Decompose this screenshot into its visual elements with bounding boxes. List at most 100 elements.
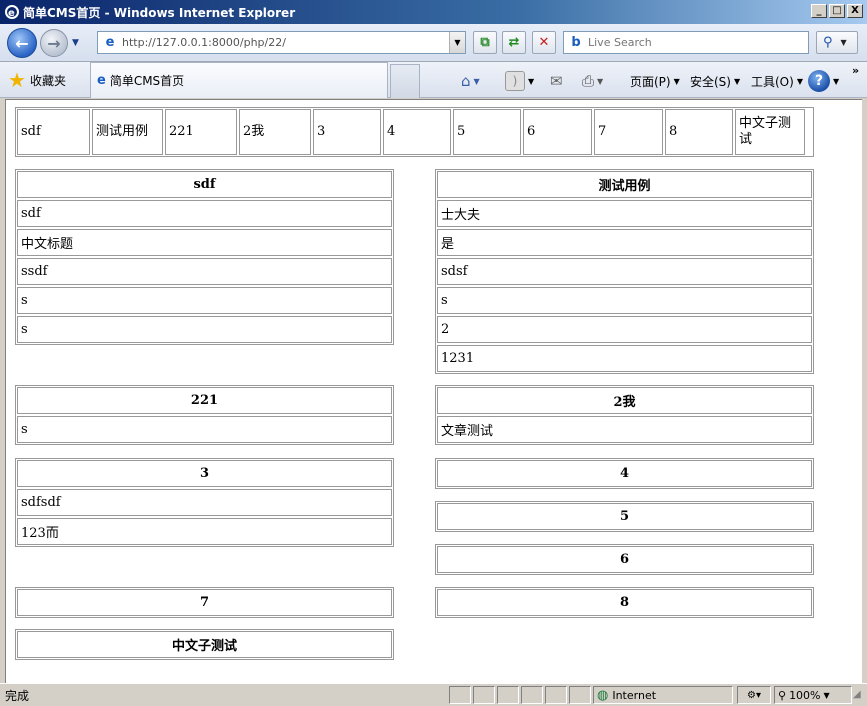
- security-zone[interactable]: ◍ Internet: [593, 686, 733, 704]
- home-button[interactable]: ⌂ ▼: [461, 70, 480, 92]
- nav-link-test[interactable]: 测试用例: [92, 109, 163, 155]
- print-dropdown-icon[interactable]: ▼: [597, 77, 603, 86]
- read-mail-button[interactable]: ✉: [550, 70, 563, 92]
- status-segment: [545, 686, 567, 704]
- section-title[interactable]: 5: [437, 503, 812, 530]
- globe-icon: ◍: [597, 687, 609, 703]
- zoom-dropdown-icon: ▼: [823, 690, 830, 700]
- article-link[interactable]: s: [437, 287, 812, 314]
- section-5: 5: [435, 501, 814, 532]
- article-link[interactable]: ssdf: [17, 258, 392, 285]
- nav-link-sdf[interactable]: sdf: [17, 109, 90, 155]
- section-title[interactable]: 中文子测试: [17, 631, 392, 658]
- section-title[interactable]: 2我: [437, 387, 812, 414]
- printer-icon: ⎙: [582, 72, 595, 90]
- nav-link-221[interactable]: 221: [165, 109, 237, 155]
- search-options-dropdown-icon[interactable]: ▼: [841, 38, 847, 47]
- refresh-icon: ⇄: [508, 35, 520, 50]
- article-link[interactable]: s: [17, 416, 392, 443]
- zoom-button[interactable]: ⚲ 100% ▼: [774, 686, 852, 704]
- status-bar: 完成 ◍ Internet ⚙▾ ⚲ 100% ▼ ◢: [0, 683, 867, 706]
- tools-menu-label: 工具(O): [751, 74, 794, 89]
- compatibility-view-button[interactable]: ⧉: [473, 31, 497, 54]
- status-segment: [521, 686, 543, 704]
- forward-button[interactable]: →: [40, 29, 68, 57]
- article-link[interactable]: s: [17, 287, 392, 314]
- nav-link-5[interactable]: 5: [453, 109, 521, 155]
- tools-menu-dropdown-icon: ▼: [796, 76, 803, 86]
- section-title[interactable]: 6: [437, 546, 812, 573]
- zone-label: Internet: [612, 688, 657, 702]
- section-title[interactable]: 测试用例: [437, 171, 812, 198]
- article-link[interactable]: 1231: [437, 345, 812, 372]
- article-link[interactable]: 123而: [17, 518, 392, 545]
- address-dropdown-icon[interactable]: ▼: [449, 32, 465, 53]
- tab-page-icon: e: [97, 73, 106, 88]
- help-button[interactable]: ? ▼: [808, 70, 839, 92]
- section-8: 8: [435, 587, 814, 618]
- close-button[interactable]: X: [847, 4, 863, 18]
- favorites-star-icon: ★: [8, 68, 26, 92]
- article-link[interactable]: sdf: [17, 200, 392, 227]
- search-input[interactable]: [588, 36, 788, 49]
- article-link[interactable]: sdsf: [437, 258, 812, 285]
- article-link[interactable]: s: [17, 316, 392, 343]
- maximize-button[interactable]: □: [829, 4, 845, 18]
- window-title: 简单CMS首页 - Windows Internet Explorer: [23, 5, 296, 20]
- section-title[interactable]: 7: [17, 589, 392, 616]
- section-7: 7: [15, 587, 394, 618]
- feeds-dropdown-icon[interactable]: ▼: [528, 77, 534, 86]
- tools-menu[interactable]: 工具(O) ▼: [751, 70, 803, 92]
- status-segment: [497, 686, 519, 704]
- page-content: sdf 测试用例 221 2我 3 4 5 6 7 8 中文子测试 sdf sd…: [5, 99, 862, 683]
- print-button[interactable]: ⎙ ▼: [582, 70, 603, 92]
- tab-title: 简单CMS首页: [109, 74, 185, 88]
- toolbar-overflow-chevron-icon[interactable]: »: [852, 64, 859, 77]
- section-2wo: 2我 文章测试: [435, 385, 814, 445]
- nav-link-4[interactable]: 4: [383, 109, 451, 155]
- favorites-button[interactable]: ★ 收藏夹: [8, 68, 66, 92]
- favorites-bar: ★ 收藏夹 e 简单CMS首页 ⌂ ▼ ) ▼ ✉ ⎙ ▼ 页面(P) ▼ 安全(S) ▼…: [0, 62, 867, 98]
- nav-link-3[interactable]: 3: [313, 109, 381, 155]
- home-dropdown-icon[interactable]: ▼: [474, 77, 480, 86]
- section-title[interactable]: 3: [17, 460, 392, 487]
- nav-link-8[interactable]: 8: [665, 109, 733, 155]
- article-link[interactable]: 2: [437, 316, 812, 343]
- resize-grip-icon[interactable]: ◢: [853, 689, 861, 700]
- back-button[interactable]: ←: [7, 28, 37, 58]
- article-link[interactable]: 中文标题: [17, 229, 392, 256]
- minimize-button[interactable]: _: [811, 4, 827, 18]
- nav-link-7[interactable]: 7: [594, 109, 663, 155]
- section-title[interactable]: sdf: [17, 171, 392, 198]
- stop-button[interactable]: ✕: [532, 31, 556, 54]
- section-221: 221 s: [15, 385, 394, 445]
- section-title[interactable]: 8: [437, 589, 812, 616]
- browser-tab[interactable]: e 简单CMS首页: [90, 62, 388, 98]
- address-bar[interactable]: e http://127.0.0.1:8000/php/22/ ▼: [97, 31, 466, 54]
- address-url[interactable]: http://127.0.0.1:8000/php/22/: [122, 36, 286, 49]
- nav-link-6[interactable]: 6: [523, 109, 592, 155]
- help-dropdown-icon[interactable]: ▼: [833, 77, 839, 86]
- section-title[interactable]: 4: [437, 460, 812, 487]
- rss-icon: ): [505, 71, 525, 91]
- new-tab-button[interactable]: [390, 64, 420, 98]
- status-text: 完成: [5, 689, 30, 703]
- nav-link-2wo[interactable]: 2我: [239, 109, 311, 155]
- page-menu[interactable]: 页面(P) ▼: [630, 70, 680, 92]
- article-link[interactable]: 文章测试: [437, 416, 812, 443]
- history-dropdown-icon[interactable]: ▼: [72, 38, 79, 48]
- zoom-level: 100%: [789, 688, 821, 702]
- search-box[interactable]: b: [563, 31, 809, 54]
- forward-arrow-icon: →: [47, 33, 61, 53]
- section-title[interactable]: 221: [17, 387, 392, 414]
- article-link[interactable]: 士大夫: [437, 200, 812, 227]
- refresh-button[interactable]: ⇄: [502, 31, 526, 54]
- search-button[interactable]: ⚲ ▼: [816, 31, 858, 54]
- safety-menu[interactable]: 安全(S) ▼: [690, 70, 740, 92]
- feeds-button[interactable]: ) ▼: [505, 70, 534, 92]
- protected-mode-button[interactable]: ⚙▾: [737, 686, 771, 704]
- article-link[interactable]: sdfsdf: [17, 489, 392, 516]
- compatibility-icon: ⧉: [480, 35, 490, 50]
- nav-link-zh-test[interactable]: 中文子测试: [735, 109, 805, 155]
- article-link[interactable]: 是: [437, 229, 812, 256]
